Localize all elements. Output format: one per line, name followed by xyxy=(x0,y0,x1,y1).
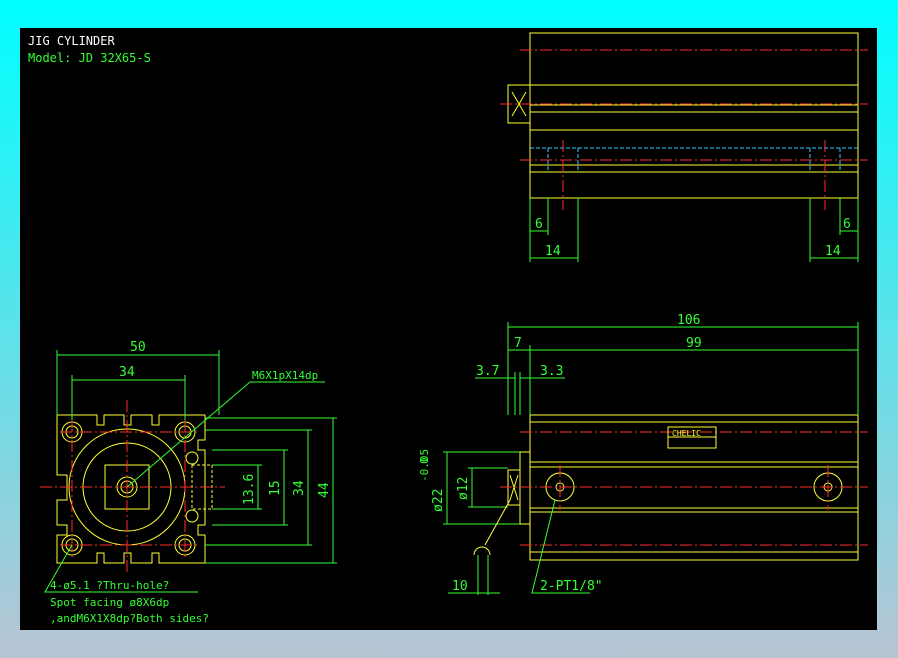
dim-50: 50 xyxy=(130,340,146,355)
dim-99: 99 xyxy=(686,336,702,351)
dim-top-14-right: 14 xyxy=(825,244,841,259)
dim-top-6-left: 6 xyxy=(535,217,543,232)
drawing-sheet: JIG CYLINDER Model: JD 32X65-S 50 34 13.… xyxy=(20,28,877,630)
dim-34-h: 34 xyxy=(119,365,135,380)
dim-44: 44 xyxy=(317,482,332,498)
mounting-holes xyxy=(61,421,199,556)
brand-label: CHELIC xyxy=(667,426,717,449)
dim-13-6: 13.6 xyxy=(242,474,257,505)
dim-106: 106 xyxy=(677,313,700,328)
side-view: CHELIC 106 99 7 3.7 3.3 ø22 -0.05 0 ø12 … xyxy=(418,313,868,595)
model-label: Model: JD 32X65-S xyxy=(28,51,151,65)
dim-boss-tol-lower: -0.05 xyxy=(418,449,431,482)
port-callout: 2-PT1/8" xyxy=(540,579,603,594)
top-view: 6 14 6 14 xyxy=(500,32,868,262)
dim-34-v: 34 xyxy=(292,480,307,496)
dim-top-6-right: 6 xyxy=(843,217,851,232)
note-line-3: ,andM6X1X8dp?Both sides? xyxy=(50,612,209,625)
dim-boss-tol-upper: 0 xyxy=(418,457,431,464)
dim-rod-dia: ø12 xyxy=(456,477,471,500)
cad-drawing: JIG CYLINDER Model: JD 32X65-S 50 34 13.… xyxy=(28,32,868,625)
dim-7: 7 xyxy=(514,336,522,351)
drawing-title: JIG CYLINDER xyxy=(28,34,115,48)
front-view: 50 34 13.6 15 34 44 M6X1pX14dp 4-ø5.1 ?T… xyxy=(40,340,337,625)
note-line-2: Spot facing ø8X6dp xyxy=(50,596,169,609)
dim-boss-dia: ø22 xyxy=(431,489,446,512)
note-line-1: 4-ø5.1 ?Thru-hole? xyxy=(50,579,169,592)
brand-text: CHELIC xyxy=(672,429,701,438)
dim-15: 15 xyxy=(268,480,283,496)
dim-3-7: 3.7 xyxy=(476,364,499,379)
dim-top-14-left: 14 xyxy=(545,244,561,259)
dim-10: 10 xyxy=(452,579,468,594)
thread-callout: M6X1pX14dp xyxy=(252,369,318,382)
dim-3-3: 3.3 xyxy=(540,364,563,379)
